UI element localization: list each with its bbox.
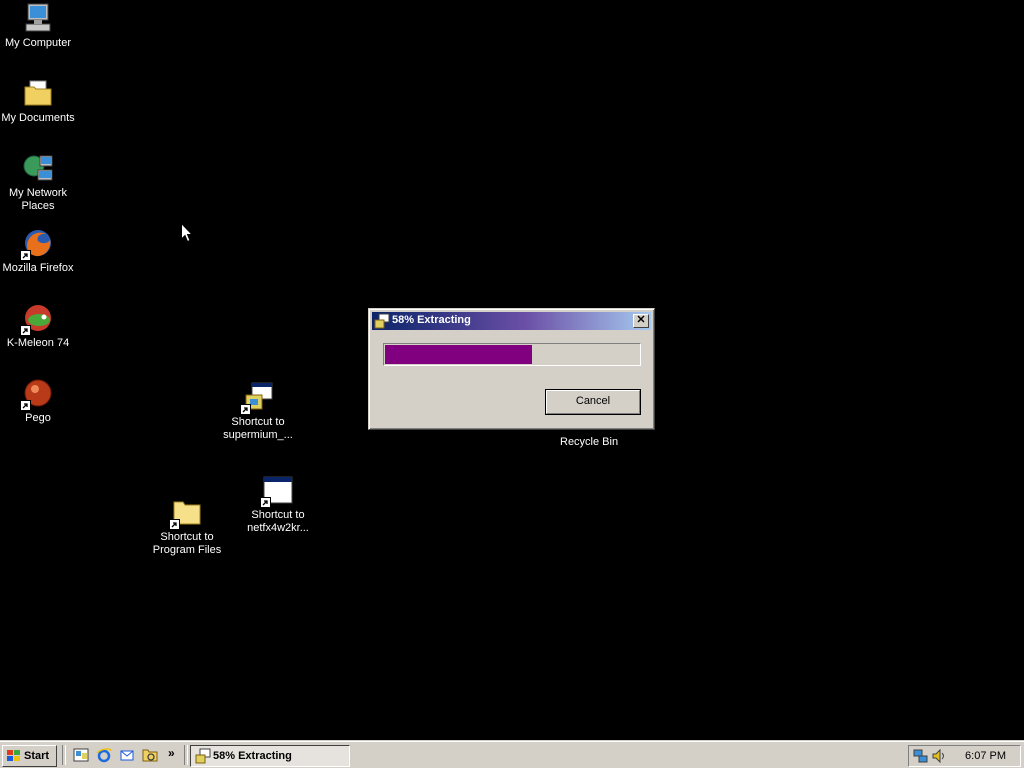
shortcut-arrow-icon <box>20 325 31 336</box>
close-button[interactable]: ✕ <box>633 314 649 328</box>
desktop-icon-label: Shortcut to Program Files <box>152 531 222 556</box>
close-icon: ✕ <box>636 314 646 326</box>
installer-icon <box>374 313 390 329</box>
desktop-icon-k-meleon[interactable]: K-Meleon 74 <box>0 302 76 350</box>
show-desktop-icon[interactable] <box>73 747 89 763</box>
system-tray: 6:07 PM <box>908 745 1021 767</box>
cancel-button[interactable]: Cancel <box>545 389 641 415</box>
start-button[interactable]: Start <box>2 745 57 767</box>
kmeleon-icon <box>20 302 54 336</box>
clock[interactable]: 6:07 PM <box>965 750 1006 762</box>
desktop-icon-label: My Documents <box>1 112 75 124</box>
taskbar-separator <box>184 745 188 765</box>
desktop-icon-mozilla-firefox[interactable]: Mozilla Firefox <box>0 227 76 275</box>
desktop-icon-recycle-bin[interactable]: Recycle Bin <box>560 436 618 448</box>
desktop-icon-label: Mozilla Firefox <box>2 262 74 274</box>
ie-icon[interactable] <box>96 747 112 763</box>
taskbar-button-label: 58% Extracting <box>213 750 292 762</box>
start-label: Start <box>24 750 50 762</box>
pego-icon <box>20 377 54 411</box>
shortcut-arrow-icon <box>260 497 271 508</box>
taskbar: Start » 58% Extracting 6:07 PM <box>0 740 1024 768</box>
desktop-icon-label: My Network Places <box>8 187 68 212</box>
firefox-icon <box>20 227 54 261</box>
shortcut-arrow-icon <box>20 250 31 261</box>
desktop: My Computer My Documents My Network Plac… <box>0 0 1024 740</box>
shortcut-arrow-icon <box>20 400 31 411</box>
chevron-right-icon[interactable]: » <box>168 746 175 760</box>
volume-tray-icon[interactable] <box>931 748 947 764</box>
desktop-icon-label: Shortcut to supermium_... <box>223 416 293 441</box>
desktop-icon-label: Shortcut to netfx4w2kr... <box>247 509 309 534</box>
shortcut-arrow-icon <box>240 404 251 415</box>
outlook-icon[interactable] <box>119 747 135 763</box>
cancel-button-label: Cancel <box>575 395 611 407</box>
shortcut-arrow-icon <box>169 519 180 530</box>
desktop-icon-pego[interactable]: Pego <box>0 377 76 425</box>
dialog-titlebar[interactable]: 58% Extracting ✕ <box>372 312 651 330</box>
window-app-icon <box>260 474 294 508</box>
desktop-icon-my-documents[interactable]: My Documents <box>0 77 76 125</box>
dialog-title: 58% Extracting <box>392 314 471 326</box>
desktop-icon-shortcut-netfx[interactable]: Shortcut to netfx4w2kr... <box>240 474 316 535</box>
desktop-icon-my-network-places[interactable]: My Network Places <box>0 152 76 213</box>
explorer-icon[interactable] <box>142 747 158 763</box>
extracting-dialog: 58% Extracting ✕ Cancel <box>368 308 655 430</box>
folder-icon <box>169 496 203 530</box>
desktop-icon-shortcut-program-files[interactable]: Shortcut to Program Files <box>149 496 225 557</box>
installer-icon <box>195 748 211 764</box>
installer-icon <box>240 381 274 415</box>
taskbar-separator <box>62 745 66 765</box>
desktop-icon-label: My Computer <box>4 37 72 49</box>
extract-progress-bar <box>383 343 641 366</box>
windows-logo-icon <box>7 750 20 761</box>
desktop-icon-label: K-Meleon 74 <box>6 337 70 349</box>
network-tray-icon[interactable] <box>913 748 929 764</box>
mouse-cursor-icon <box>181 223 193 243</box>
progress-fill <box>385 345 532 364</box>
desktop-icon-shortcut-supermium[interactable]: Shortcut to supermium_... <box>220 381 296 442</box>
documents-folder-icon <box>22 77 54 109</box>
desktop-icon-my-computer[interactable]: My Computer <box>0 2 76 50</box>
network-icon <box>22 152 54 184</box>
computer-icon <box>22 2 54 34</box>
desktop-icon-label: Pego <box>25 412 51 424</box>
taskbar-button-extracting[interactable]: 58% Extracting <box>190 745 350 767</box>
